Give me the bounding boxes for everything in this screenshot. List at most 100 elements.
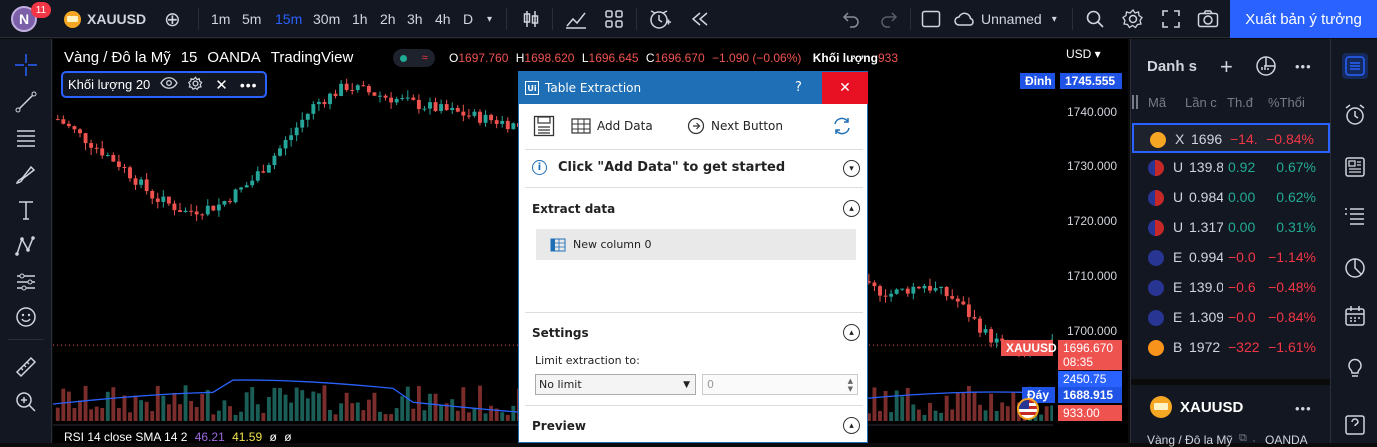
volume-bar	[289, 402, 294, 421]
column-symbol[interactable]: Mã	[1148, 95, 1166, 110]
watchlist-row[interactable]: X 1696 −14. −0.84%	[1132, 123, 1330, 153]
news-icon[interactable]	[1342, 154, 1368, 180]
calendar-icon[interactable]	[1342, 303, 1368, 329]
crosshair-icon[interactable]	[13, 52, 39, 78]
indicators-icon[interactable]	[565, 0, 587, 38]
chevron-down-icon[interactable]: ▾	[487, 0, 492, 38]
volume-bar	[511, 405, 516, 421]
camera-icon[interactable]	[1197, 0, 1219, 38]
close-icon[interactable]: ✕	[215, 76, 228, 94]
chevron-up-icon[interactable]: ▴	[843, 417, 860, 434]
text-icon[interactable]	[13, 197, 39, 223]
watchlist-row[interactable]: E 1.309 −0.0 −0.84%	[1132, 303, 1330, 333]
interval-2h[interactable]: 2h	[380, 0, 396, 38]
alert-icon[interactable]	[648, 0, 672, 38]
fullscreen-icon[interactable]	[1161, 0, 1181, 38]
forecast-icon[interactable]	[13, 269, 39, 295]
pattern-icon[interactable]	[13, 233, 39, 259]
brush-icon[interactable]	[13, 162, 39, 188]
ideas-list-icon[interactable]	[1342, 203, 1368, 229]
candle-body	[200, 214, 205, 216]
interval-1h[interactable]: 1h	[352, 0, 368, 38]
market-status[interactable]: ≈	[393, 49, 435, 67]
limit-number-input[interactable]: 0 ▲ ▼	[702, 374, 858, 395]
more-icon[interactable]: •••	[240, 77, 258, 93]
interval-15m[interactable]: 15m	[275, 0, 302, 38]
replay-icon[interactable]	[690, 0, 710, 38]
fib-retracement-icon[interactable]	[13, 125, 39, 151]
search-icon[interactable]	[1085, 0, 1105, 38]
help-button[interactable]: ?	[795, 80, 802, 95]
fullscreen-toggle-icon[interactable]	[921, 0, 941, 38]
watchlist-row[interactable]: U 139.8 0.92 0.67%	[1132, 153, 1330, 183]
lightbulb-icon[interactable]	[1342, 354, 1368, 380]
refresh-icon[interactable]	[831, 116, 853, 140]
hotlist-icon[interactable]	[1342, 255, 1368, 281]
interval-30m[interactable]: 30m	[313, 0, 340, 38]
object-tree-icon[interactable]	[1255, 55, 1277, 80]
eye-icon[interactable]	[160, 77, 179, 92]
watchlist-row[interactable]: E 0.994 −0.0 −1.14%	[1132, 243, 1330, 273]
templates-icon[interactable]	[604, 0, 624, 38]
redo-icon[interactable]	[880, 0, 898, 38]
limit-dropdown[interactable]: No limit ▼	[535, 374, 696, 395]
row-change: 0.92	[1228, 159, 1256, 175]
indicator-legend[interactable]: Khối lượng 20 ✕ •••	[61, 71, 267, 98]
gear-icon[interactable]	[1122, 0, 1144, 38]
rsi-value: 46.21	[194, 430, 225, 444]
zoom-icon[interactable]	[13, 389, 39, 415]
help-icon[interactable]	[1342, 412, 1368, 438]
chevron-up-icon[interactable]: ▴	[843, 200, 860, 217]
undo-icon[interactable]	[842, 0, 860, 38]
next-button-button[interactable]: Next Button	[687, 117, 783, 135]
chevron-down-icon[interactable]: ▾	[843, 160, 860, 177]
publish-idea-button[interactable]: Xuất bản ý tưởng	[1230, 0, 1377, 38]
interval-label: 30m	[313, 11, 341, 27]
watchlist-icon[interactable]	[1342, 53, 1368, 79]
stepper-icon[interactable]: ▲ ▼	[848, 377, 853, 393]
save-icon[interactable]	[533, 115, 555, 141]
candle-body	[128, 167, 132, 179]
interval-1m[interactable]: 1m	[211, 0, 230, 38]
layout-menu[interactable]: Unnamed ▾	[953, 0, 1057, 38]
interval-5m[interactable]: 5m	[242, 0, 261, 38]
volume-bar	[239, 411, 244, 421]
emoji-icon[interactable]	[13, 304, 39, 330]
drag-handle-icon	[1132, 95, 1138, 109]
gear-icon[interactable]	[188, 75, 203, 94]
more-icon[interactable]: •••	[1295, 59, 1312, 74]
ruler-icon[interactable]	[13, 354, 39, 380]
volume-bar	[889, 412, 894, 421]
add-data-button[interactable]: Add Data	[571, 117, 653, 135]
alarm-clock-icon[interactable]	[1342, 102, 1368, 128]
watchlist-row[interactable]: E 139.0 −0.6 −0.48%	[1132, 273, 1330, 303]
interval-4h[interactable]: 4h	[435, 0, 451, 38]
volume-bar	[233, 414, 238, 421]
chevron-up-icon[interactable]: ▴	[843, 324, 860, 341]
symbol-search[interactable]: XAUUSD	[64, 0, 146, 38]
interval-d[interactable]: D	[463, 0, 473, 38]
close-button[interactable]: ✕	[822, 72, 868, 104]
column-item[interactable]: New column 0	[536, 229, 856, 260]
compare-add-icon[interactable]: ⊕	[164, 0, 181, 38]
currency-selector[interactable]: USD ▾	[1066, 47, 1101, 61]
detail-symbol[interactable]: XAUUSD	[1180, 399, 1243, 416]
row-change: −0.0	[1228, 309, 1256, 325]
add-symbol-icon[interactable]: +	[1220, 54, 1233, 80]
column-change-percent[interactable]: %Thổi	[1268, 95, 1305, 110]
volume-bar	[922, 414, 927, 421]
watchlist-row[interactable]: B 1972 −322 −1.61%	[1132, 333, 1330, 363]
column-last[interactable]: Lần c	[1185, 95, 1221, 110]
watchlist-row[interactable]: U 1.317 0.00 0.31%	[1132, 213, 1330, 243]
interval-3h[interactable]: 3h	[407, 0, 423, 38]
open-value: 1697.760	[458, 51, 509, 65]
next-button-icon	[687, 117, 705, 135]
column-change[interactable]: Th.đ	[1227, 95, 1253, 110]
candles-icon[interactable]	[521, 0, 541, 38]
volume-bar	[983, 410, 988, 421]
watchlist-title[interactable]: Danh s	[1147, 58, 1197, 75]
trendline-icon[interactable]	[13, 89, 39, 115]
external-link-icon[interactable]: ⧉	[1239, 432, 1247, 445]
watchlist-row[interactable]: U 0.984 0.00 0.62%	[1132, 183, 1330, 213]
more-icon[interactable]: •••	[1295, 401, 1312, 416]
